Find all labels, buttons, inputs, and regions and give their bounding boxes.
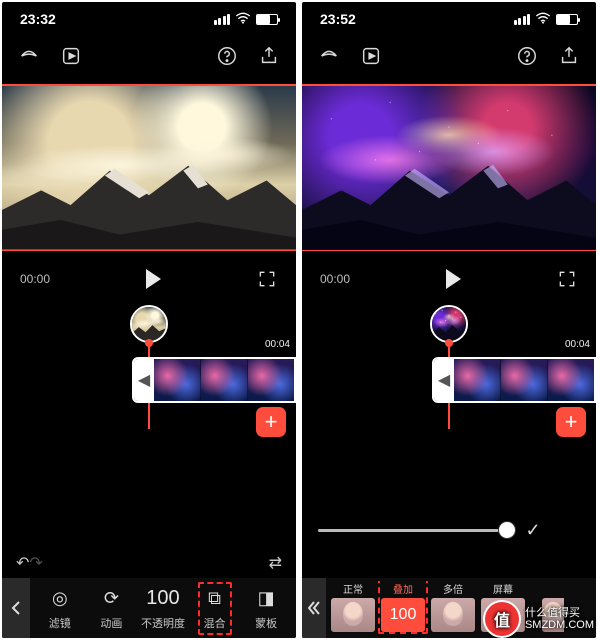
signal-icon [514,14,531,25]
anim-icon: ⟳ [104,586,119,612]
timeline-clip[interactable] [247,359,294,401]
battery-icon [256,14,278,25]
blend-label: 正常 [343,581,363,596]
redo-icon[interactable]: ↷ [29,553,42,573]
location-icon [197,11,209,27]
confirm-icon[interactable]: ✓ [520,520,546,541]
play-button[interactable] [446,269,461,289]
help-icon[interactable] [216,45,238,67]
blend-mode-normal[interactable]: 正常 [330,581,376,632]
video-preview[interactable] [302,86,596,250]
time-current: 00:00 [320,272,350,286]
clip-duration-label: 00:04 [265,339,290,350]
wifi-icon [535,11,551,27]
blend-thumb [431,598,475,632]
transport-bar: 00:00 [2,257,296,301]
slider-knob[interactable] [499,522,515,538]
status-time: 23:32 [20,11,56,27]
timeline-clip[interactable] [500,359,547,401]
mask-icon: ◨ [258,586,275,612]
playhead-thumb[interactable] [130,305,168,343]
intensity-slider-row: ✓ [318,520,546,540]
watermark-badge: 值 [485,602,519,636]
clip-track[interactable]: ◀ [432,357,596,403]
blend-thumb [331,598,375,632]
trim-handle-left[interactable]: ◀ [134,359,154,401]
opacity-icon: 100 [146,586,179,612]
preview-play-icon[interactable] [360,45,382,67]
fullscreen-icon[interactable] [556,268,578,290]
timeline-clip[interactable] [154,359,200,401]
timeline[interactable]: ◀ 00:04 + [302,303,596,431]
playhead-thumb[interactable] [430,305,468,343]
timeline-clip[interactable] [547,359,594,401]
back-icon[interactable] [318,45,340,67]
play-button[interactable] [146,269,161,289]
status-bar: 23:52 [302,2,596,36]
undo-icon[interactable]: ↶ [16,553,29,573]
effect-label: 混合 [204,615,226,631]
add-clip-button[interactable]: + [256,407,286,437]
wifi-icon [235,11,251,27]
trim-handle-left[interactable]: ◀ [434,359,454,401]
effects-bar: ◎ 滤镜 ⟳ 动画 100 不透明度 ⧉ 混合 ◨ 蒙板 [2,578,296,638]
video-preview[interactable] [2,86,296,250]
preview-play-icon[interactable] [60,45,82,67]
location-icon [497,11,509,27]
timeline-clip[interactable] [200,359,247,401]
add-clip-button[interactable]: + [556,407,586,437]
intensity-slider[interactable] [318,529,506,532]
back-icon[interactable] [18,45,40,67]
signal-icon [214,14,231,25]
effect-mask[interactable]: ◨ 蒙板 [243,586,289,631]
edit-toolrow: ↶ ↷ ⇄ [2,548,296,578]
effect-blend[interactable]: ⧉ 混合 [192,582,238,635]
blend-label: 屏幕 [493,581,513,596]
blend-label: 多倍 [443,581,463,596]
clip-duration-label: 00:04 [565,339,590,350]
share-icon[interactable] [258,45,280,67]
phone-left: 23:32 [2,2,296,638]
effect-filter[interactable]: ◎ 滤镜 [37,586,83,631]
effect-label: 蒙板 [255,615,277,631]
blend-label: 叠加 [393,581,413,596]
timeline[interactable]: ◀ 00:04 + [2,303,296,431]
time-current: 00:00 [20,272,50,286]
watermark: 值 什么值得买 SMZDM.COM [485,602,594,636]
transport-bar: 00:00 [302,257,596,301]
watermark-line1: 什么值得买 [525,607,580,619]
watermark-line2: SMZDM.COM [525,619,594,631]
timeline-clip[interactable] [454,359,500,401]
help-icon[interactable] [516,45,538,67]
blend-icon: ⧉ [208,586,221,612]
blend-thumb: 100 [381,598,425,632]
app-toolbar [302,36,596,76]
back-button[interactable] [2,578,30,638]
effect-label: 滤镜 [49,615,71,631]
app-toolbar [2,36,296,76]
effect-label: 不透明度 [141,615,185,631]
status-bar: 23:32 [2,2,296,36]
swap-icon[interactable]: ⇄ [269,553,282,573]
clip-track[interactable]: ◀ [132,357,296,403]
status-time: 23:52 [320,11,356,27]
edit-toolrow [302,486,596,512]
effect-anim[interactable]: ⟳ 动画 [88,586,134,631]
share-icon[interactable] [558,45,580,67]
back-button[interactable] [302,578,326,638]
phone-right: 23:52 [302,2,596,638]
filter-icon: ◎ [52,586,68,612]
effect-opacity[interactable]: 100 不透明度 [140,586,186,631]
blend-mode-overlay[interactable]: 叠加 100 [380,581,426,632]
effect-label: 动画 [100,615,122,631]
fullscreen-icon[interactable] [256,268,278,290]
battery-icon [556,14,578,25]
blend-mode-multiply[interactable]: 多倍 [430,581,476,632]
